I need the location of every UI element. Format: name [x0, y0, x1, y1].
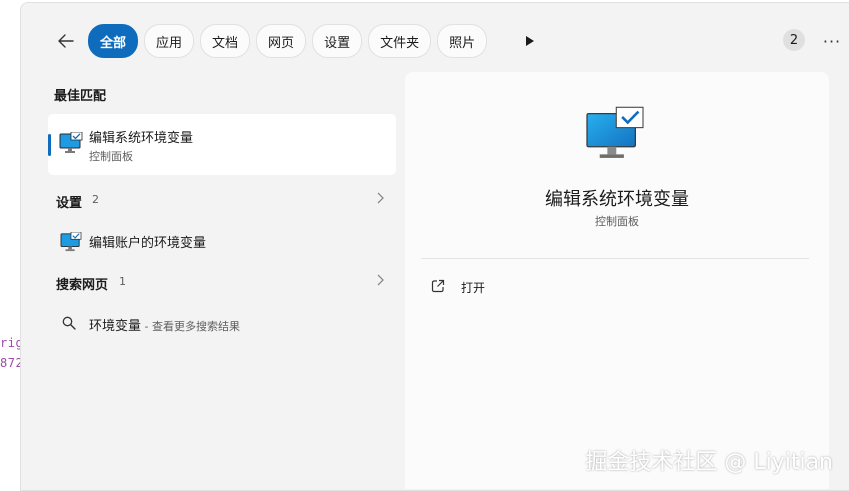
best-match-item[interactable]: 编辑系统环境变量 控制面板 [48, 114, 396, 175]
settings-group-label: 设置 [56, 196, 83, 211]
open-external-icon [431, 279, 445, 293]
open-action[interactable]: 打开 [421, 272, 621, 302]
chevron-right-icon [377, 274, 384, 286]
monitor-check-icon [583, 106, 647, 166]
best-match-title: 编辑系统环境变量 [89, 131, 194, 146]
detail-title: 编辑系统环境变量 [545, 189, 689, 210]
detail-pane: 编辑系统环境变量 控制面板 打开 [405, 72, 829, 489]
web-search-text: 环境变量 - 查看更多搜索结果 [89, 315, 240, 334]
more-filters-button[interactable] [522, 33, 538, 49]
tab-photos[interactable]: 照片 [437, 24, 488, 58]
back-arrow-icon [58, 34, 74, 48]
result-count-badge[interactable]: 2 [783, 29, 805, 51]
web-search-query: 环境变量 [89, 319, 142, 334]
tab-all[interactable]: 全部 [88, 24, 139, 58]
detail-subtitle: 控制面板 [595, 215, 639, 228]
tab-folders[interactable]: 文件夹 [368, 24, 432, 58]
tab-documents[interactable]: 文档 [200, 24, 251, 58]
settings-result-title: 编辑账户的环境变量 [89, 236, 207, 251]
open-label: 打开 [461, 281, 486, 295]
settings-result-item[interactable]: 编辑账户的环境变量 [48, 225, 396, 255]
web-group-label: 搜索网页 [56, 278, 109, 293]
web-group-header[interactable]: 搜索网页 1 [48, 267, 396, 297]
web-search-item[interactable]: 环境变量 - 查看更多搜索结果 [48, 308, 396, 338]
divider [421, 258, 809, 259]
watermark: 掘金技术社区 @ Liyitian [585, 450, 833, 475]
chevron-right-icon [377, 192, 384, 204]
tab-settings[interactable]: 设置 [312, 24, 363, 58]
settings-group-count: 2 [92, 193, 99, 206]
more-options-button[interactable]: ··· [820, 30, 844, 52]
tab-apps[interactable]: 应用 [144, 24, 195, 58]
monitor-check-icon [59, 131, 83, 158]
play-icon [526, 36, 534, 46]
web-search-hint: - 查看更多搜索结果 [141, 320, 240, 333]
selection-indicator [48, 134, 51, 156]
search-icon [62, 316, 76, 330]
back-button[interactable] [50, 26, 82, 56]
tab-web[interactable]: 网页 [256, 24, 307, 58]
settings-group-header[interactable]: 设置 2 [48, 185, 396, 215]
best-match-heading: 最佳匹配 [54, 89, 107, 104]
web-group-count: 1 [119, 275, 126, 288]
filter-bar: 全部 应用 文档 网页 设置 文件夹 照片 2 ··· [50, 24, 840, 58]
best-match-subtitle: 控制面板 [89, 150, 133, 163]
filter-tabs: 全部 应用 文档 网页 设置 文件夹 照片 [88, 24, 488, 58]
monitor-check-icon [60, 231, 82, 256]
